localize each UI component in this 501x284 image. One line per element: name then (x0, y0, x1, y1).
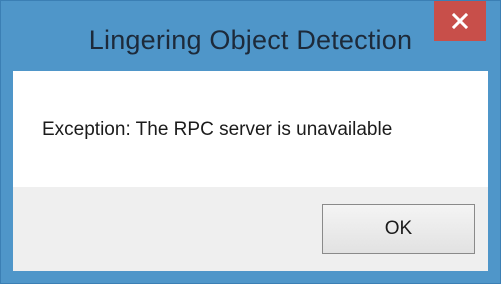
dialog-window: Lingering Object Detection Exception: Th… (0, 0, 501, 284)
button-bar: OK (13, 187, 488, 271)
error-message: Exception: The RPC server is unavailable (42, 119, 393, 140)
window-title: Lingering Object Detection (88, 25, 413, 55)
close-icon (452, 13, 468, 29)
title-bar[interactable]: Lingering Object Detection (1, 1, 500, 71)
close-button[interactable] (434, 1, 486, 41)
message-area: Exception: The RPC server is unavailable (13, 71, 488, 187)
ok-button[interactable]: OK (322, 204, 475, 254)
